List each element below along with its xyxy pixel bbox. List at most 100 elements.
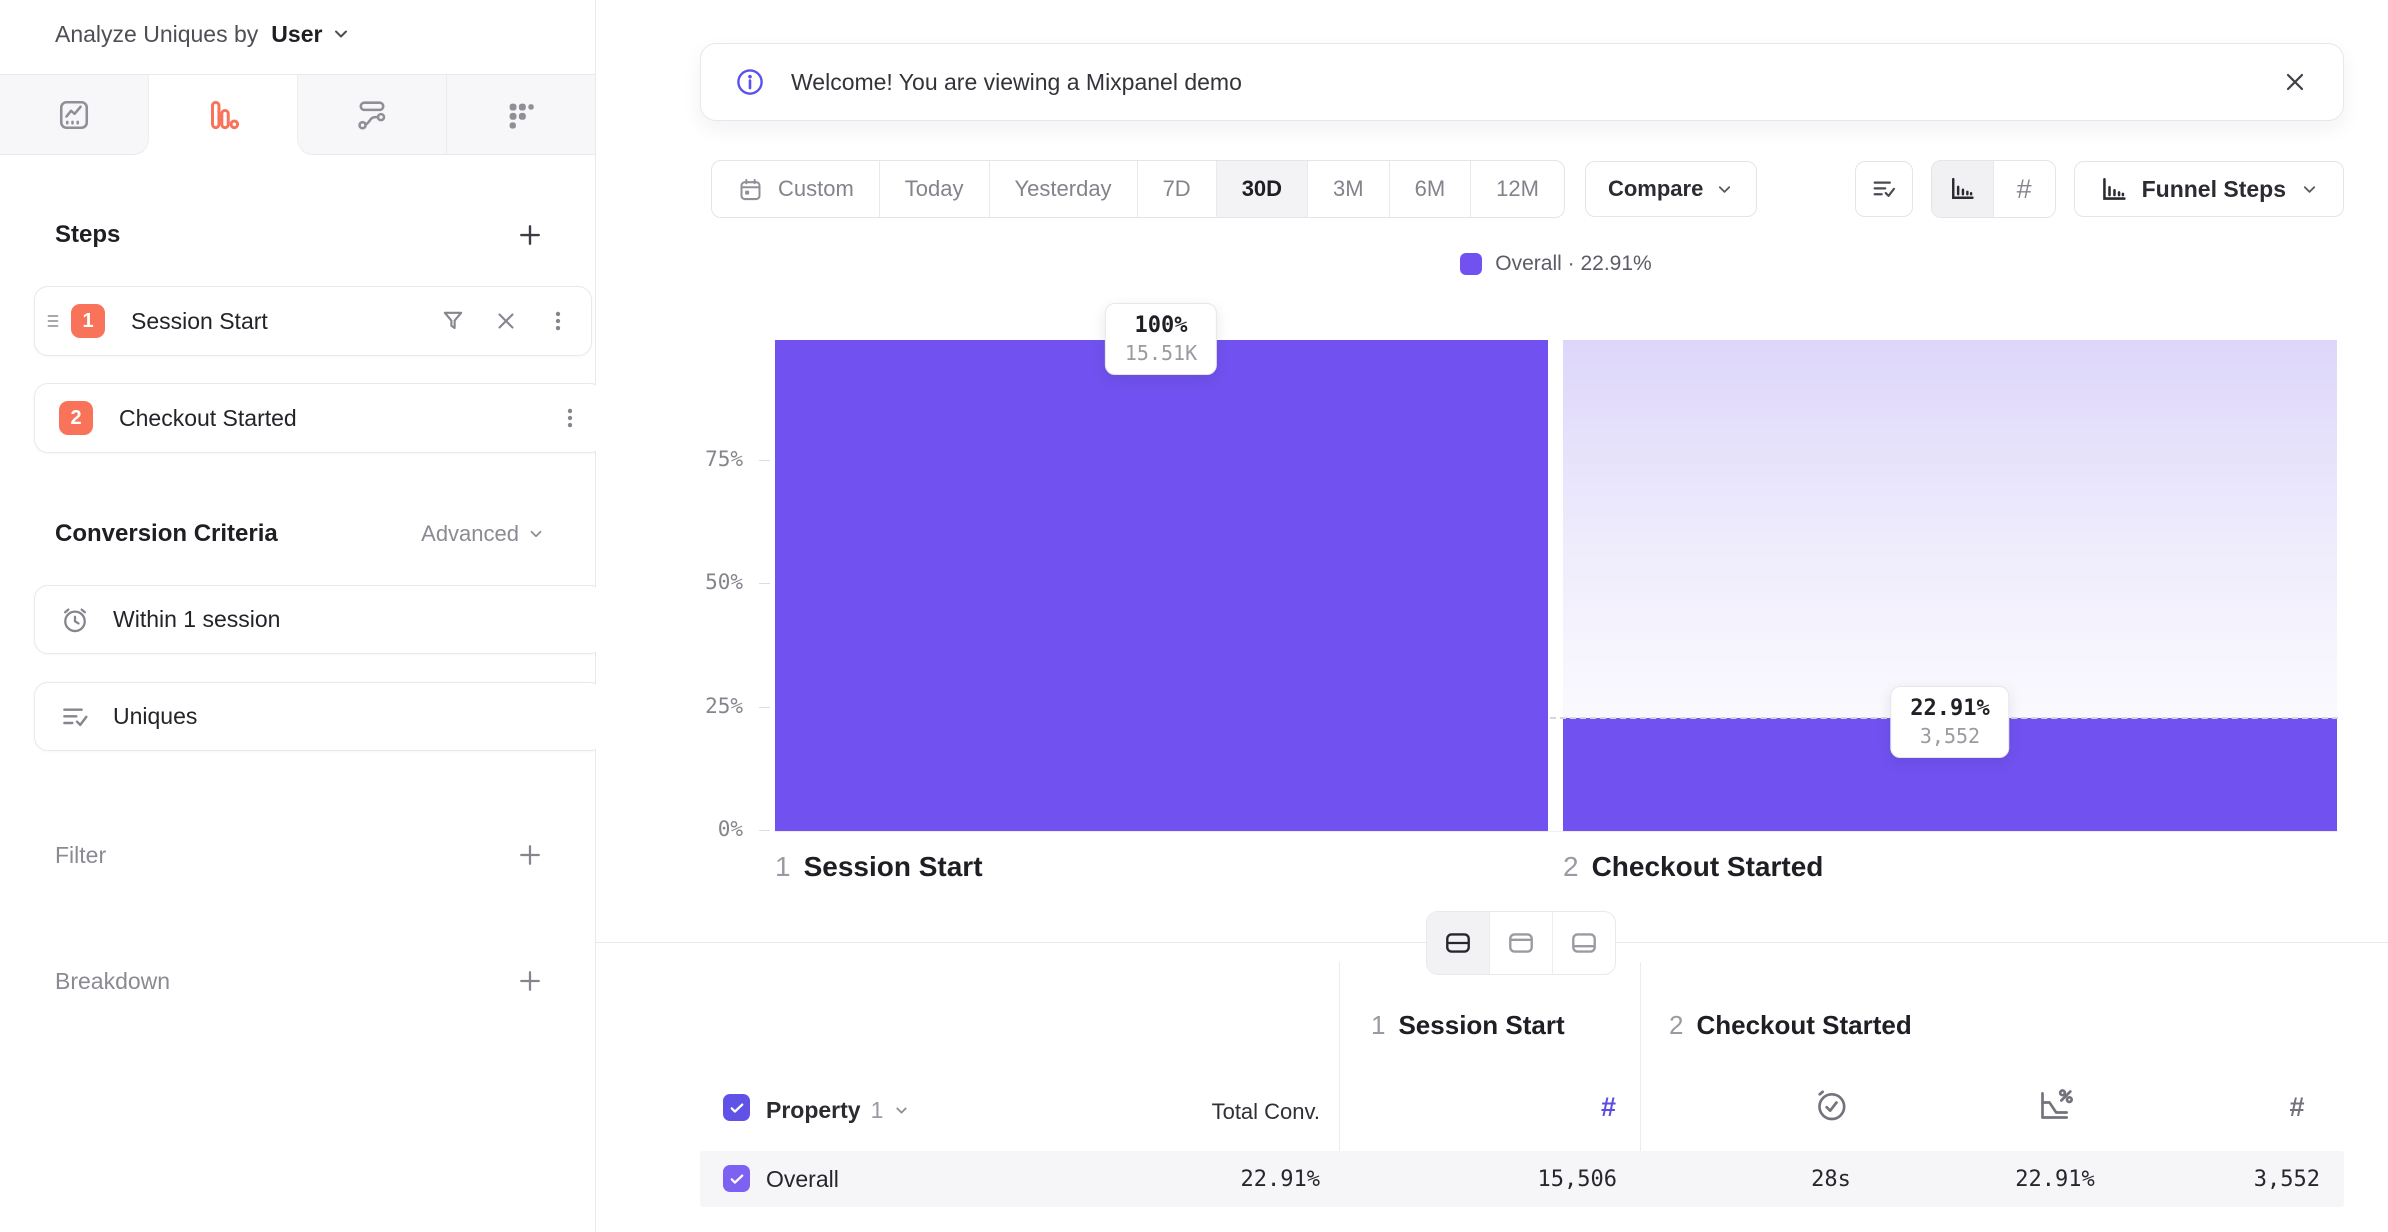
date-range-label: Today	[905, 176, 964, 202]
step-card-2[interactable]: 2 Checkout Started	[34, 383, 604, 453]
tab-insights[interactable]	[0, 75, 149, 155]
counting-method-label: Uniques	[113, 703, 197, 730]
layout-table-only[interactable]	[1552, 912, 1615, 974]
report-type-tabbar	[0, 74, 595, 155]
table-row-overall[interactable]: Overall 22.91% 15,506 28s 22.91% 3,552	[700, 1151, 2344, 1207]
chevron-down-icon	[1715, 180, 1734, 199]
demo-banner: Welcome! You are viewing a Mixpanel demo	[700, 43, 2344, 121]
date-range-label: 12M	[1496, 176, 1539, 202]
bar-tooltip-step-1: 100% 15.51K	[1105, 303, 1217, 375]
step-name[interactable]: Checkout Started	[119, 405, 557, 432]
add-breakdown-button[interactable]	[515, 966, 545, 996]
banner-message: Welcome! You are viewing a Mixpanel demo	[791, 69, 1242, 96]
layout-chart-only[interactable]	[1489, 912, 1552, 974]
date-range-label: 3M	[1333, 176, 1364, 202]
filter-label: Filter	[55, 842, 106, 869]
x-axis-line	[775, 831, 2338, 832]
row-checkbox[interactable]	[723, 1165, 750, 1192]
select-all-checkbox[interactable]	[723, 1094, 750, 1121]
y-axis-tick: 50%	[626, 570, 743, 594]
chart-legend[interactable]: Overall · 22.91%	[775, 252, 2337, 276]
funnels-icon	[205, 97, 241, 133]
insights-icon	[56, 97, 92, 133]
metric-uniques-button[interactable]	[1855, 161, 1913, 217]
y-axis-tick: 25%	[626, 694, 743, 718]
property-index: 1	[871, 1097, 884, 1124]
date-range-7d[interactable]: 7D	[1137, 161, 1216, 217]
remove-step-icon[interactable]	[493, 308, 519, 334]
date-range-yesterday[interactable]: Yesterday	[989, 161, 1137, 217]
group-index: 2	[1669, 1010, 1683, 1041]
conv-rate-metric-icon[interactable]	[2025, 1085, 2085, 1125]
advanced-dropdown[interactable]: Advanced	[421, 521, 545, 547]
step2-count-metric-icon[interactable]: #	[2267, 1092, 2327, 1123]
date-range-3m[interactable]: 3M	[1307, 161, 1389, 217]
date-range-6m[interactable]: 6M	[1389, 161, 1471, 217]
list-check-icon	[59, 701, 91, 733]
step-name[interactable]: Session Start	[131, 308, 439, 335]
total-conv-column-header: Total Conv.	[1020, 1099, 1320, 1125]
date-range-picker: Custom Today Yesterday 7D 30D 3M 6M 12M	[711, 160, 1565, 218]
split-view-icon	[1443, 928, 1473, 958]
value-display-toggle: #	[1931, 160, 2056, 218]
breakdown-section: Breakdown	[55, 962, 545, 1000]
row-step1-count: 15,506	[1317, 1151, 1617, 1207]
close-icon[interactable]	[2281, 68, 2309, 96]
tab-flows[interactable]	[297, 75, 446, 155]
report-main: Welcome! You are viewing a Mixpanel demo…	[596, 0, 2388, 1232]
tab-retention[interactable]	[446, 75, 595, 155]
filter-step-icon[interactable]	[439, 307, 467, 335]
date-range-custom[interactable]: Custom	[712, 161, 879, 217]
y-axis-tick: 75%	[626, 447, 743, 471]
hash-icon: #	[2017, 174, 2032, 205]
tab-funnels[interactable]	[149, 75, 297, 155]
group-name: Session Start	[1398, 1010, 1564, 1041]
list-check-icon	[1870, 175, 1898, 203]
date-range-12m[interactable]: 12M	[1470, 161, 1564, 217]
step-actions	[439, 307, 571, 335]
chevron-down-icon[interactable]	[331, 24, 351, 44]
bar-tooltip-step-2: 22.91% 3,552	[1890, 686, 2009, 758]
step-actions	[557, 405, 583, 431]
date-range-30d[interactable]: 30D	[1216, 161, 1307, 217]
date-range-label: 6M	[1415, 176, 1446, 202]
add-filter-button[interactable]	[515, 840, 545, 870]
info-icon	[735, 67, 765, 97]
property-column-header[interactable]: Property 1	[766, 1097, 910, 1124]
avg-time-metric-icon[interactable]	[1801, 1085, 1861, 1125]
step-menu-icon[interactable]	[557, 405, 583, 431]
analyze-entity-dropdown[interactable]: User	[271, 21, 322, 48]
step-menu-icon[interactable]	[545, 308, 571, 334]
date-range-label: 30D	[1242, 176, 1282, 202]
property-label: Property	[766, 1097, 861, 1124]
step1-count-metric-icon[interactable]: #	[1516, 1092, 1616, 1123]
bar-chart-icon	[1948, 175, 1976, 203]
funnel-view-label: Funnel Steps	[2142, 176, 2286, 203]
y-axis-tick: 0%	[626, 817, 743, 841]
step-index: 1	[775, 851, 791, 883]
row-total-conv: 22.91%	[1020, 1151, 1320, 1207]
layout-split-view[interactable]	[1427, 912, 1489, 974]
row-step2-avg-time: 28s	[1781, 1151, 1881, 1207]
date-range-label: 7D	[1163, 176, 1191, 202]
retention-icon	[503, 97, 539, 133]
toggle-bar-chart[interactable]	[1932, 161, 1993, 217]
date-range-today[interactable]: Today	[879, 161, 989, 217]
drag-handle-icon[interactable]	[47, 312, 63, 330]
toggle-number[interactable]: #	[1993, 161, 2055, 217]
funnel-view-dropdown[interactable]: Funnel Steps	[2074, 161, 2344, 217]
filter-section: Filter	[55, 836, 545, 874]
compare-button[interactable]: Compare	[1585, 161, 1757, 217]
add-step-button[interactable]	[515, 220, 545, 250]
step-card-1[interactable]: 1 Session Start	[34, 286, 592, 356]
conversion-window-card[interactable]: Within 1 session	[34, 585, 604, 654]
group-index: 1	[1371, 1010, 1385, 1041]
step-name: Checkout Started	[1592, 851, 1824, 883]
y-axis-tickmark	[759, 830, 770, 831]
counting-method-card[interactable]: Uniques	[34, 682, 604, 751]
date-range-label: Yesterday	[1015, 176, 1112, 202]
analyze-label: Analyze Uniques by	[55, 21, 258, 48]
funnel-bar-step-1[interactable]	[775, 340, 1548, 831]
top-panel-icon	[1506, 928, 1536, 958]
calendar-icon	[737, 176, 764, 203]
